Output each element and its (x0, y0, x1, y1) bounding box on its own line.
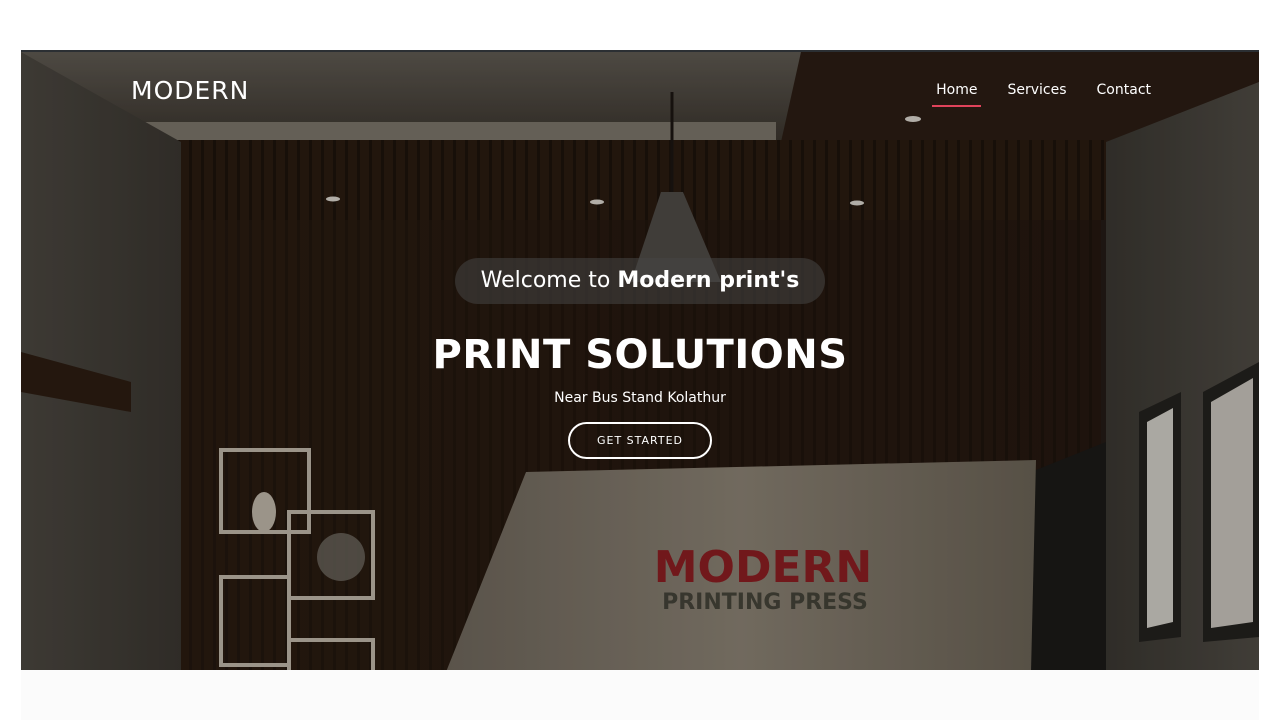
welcome-badge: Welcome to Modern print's (454, 258, 826, 304)
site-logo[interactable]: MODERN (131, 76, 249, 105)
hero-section: MODERN PRINTING PRESS MODERN Home Servic… (21, 50, 1259, 672)
hero-headline: PRINT SOLUTIONS (432, 332, 848, 378)
hero-subline: Near Bus Stand Kolathur (554, 390, 726, 406)
welcome-brand: Modern print's (617, 268, 800, 293)
nav-home-link[interactable]: Home (932, 82, 982, 107)
hero-content: Welcome to Modern print's PRINT SOLUTION… (21, 258, 1259, 459)
get-started-button[interactable]: GET STARTED (568, 422, 712, 459)
page: MODERN PRINTING PRESS MODERN Home Servic… (0, 0, 1280, 720)
nav-services-link[interactable]: Services (1007, 82, 1066, 107)
welcome-prefix: Welcome to (480, 268, 618, 293)
main-nav: Home Services Contact (932, 82, 1151, 107)
below-hero-section (21, 670, 1259, 720)
nav-contact-link[interactable]: Contact (1097, 82, 1151, 107)
